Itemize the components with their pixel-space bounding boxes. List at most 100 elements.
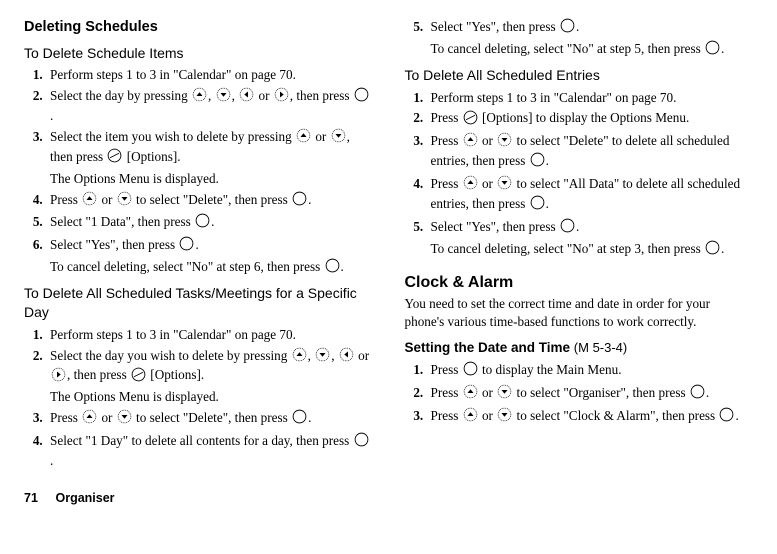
step-text: Press or to select "Delete" to delete al… xyxy=(431,132,754,172)
centre-key-icon xyxy=(354,87,369,107)
down-key-icon xyxy=(497,384,512,404)
step-text: Select the day you wish to delete by pre… xyxy=(50,347,373,387)
down-key-icon xyxy=(497,407,512,427)
centre-key-icon xyxy=(179,236,194,256)
step-item: Press or to select "Organiser", then pre… xyxy=(427,384,754,404)
page-footer: 71 Organiser xyxy=(24,490,753,507)
step-text: Select "Yes", then press . xyxy=(50,236,373,256)
page-columns: Deleting Schedules To Delete Schedule It… xyxy=(24,18,753,476)
heading-clock-alarm: Clock & Alarm xyxy=(405,272,754,294)
centre-key-icon xyxy=(354,432,369,452)
step-subtext: To cancel deleting, select "No" at step … xyxy=(431,40,754,60)
down-key-icon xyxy=(497,132,512,152)
steps-delete-items: Perform steps 1 to 3 in "Calendar" on pa… xyxy=(24,66,373,278)
page-number: 71 xyxy=(24,490,52,507)
step-item: Perform steps 1 to 3 in "Calendar" on pa… xyxy=(46,326,373,344)
step-text: Press or to select "All Data" to delete … xyxy=(431,175,754,215)
step-subtext: The Options Menu is displayed. xyxy=(50,170,373,188)
centre-key-icon xyxy=(560,18,575,38)
step-text: Press or to select "Delete", then press … xyxy=(50,409,373,429)
step-text: Press or to select "Delete", then press … xyxy=(50,191,373,211)
step-item: Press or to select "Delete", then press … xyxy=(46,409,373,429)
centre-key-icon xyxy=(705,40,720,60)
softkey-icon xyxy=(107,148,122,168)
step-item: Select the item you wish to delete by pr… xyxy=(46,128,373,188)
centre-key-icon xyxy=(325,258,340,278)
step-item: Select "1 Day" to delete all contents fo… xyxy=(46,432,373,470)
step-item: Perform steps 1 to 3 in "Calendar" on pa… xyxy=(46,66,373,84)
subheading-delete-all-entries: To Delete All Scheduled Entries xyxy=(405,66,754,85)
up-key-icon xyxy=(463,384,478,404)
left-column: Deleting Schedules To Delete Schedule It… xyxy=(24,18,373,476)
up-key-icon xyxy=(292,347,307,367)
step-item: Perform steps 1 to 3 in "Calendar" on pa… xyxy=(427,89,754,107)
down-key-icon xyxy=(117,191,132,211)
down-key-icon xyxy=(315,347,330,367)
softkey-icon xyxy=(131,367,146,387)
step-item: Press or to select "All Data" to delete … xyxy=(427,175,754,215)
up-key-icon xyxy=(463,132,478,152)
step-item: Select "Yes", then press .To cancel dele… xyxy=(427,218,754,260)
step-text: Perform steps 1 to 3 in "Calendar" on pa… xyxy=(50,66,373,84)
steps-setting-date-time: Press to display the Main Menu. Press or … xyxy=(405,361,754,427)
step-subtext: To cancel deleting, select "No" at step … xyxy=(431,240,754,260)
menu-code: (M 5-3-4) xyxy=(574,340,627,355)
steps-delete-specific-day-cont: Select "Yes", then press .To cancel dele… xyxy=(405,18,754,60)
subheading-delete-specific-day: To Delete All Scheduled Tasks/Meetings f… xyxy=(24,284,373,322)
step-text: Select the day by pressing , , or , then… xyxy=(50,87,373,125)
right-key-icon xyxy=(274,87,289,107)
steps-delete-specific-day: Perform steps 1 to 3 in "Calendar" on pa… xyxy=(24,326,373,470)
step-text: Press [Options] to display the Options M… xyxy=(431,109,754,129)
steps-delete-all-entries: Perform steps 1 to 3 in "Calendar" on pa… xyxy=(405,89,754,260)
up-key-icon xyxy=(192,87,207,107)
step-item: Select "Yes", then press .To cancel dele… xyxy=(427,18,754,60)
down-key-icon xyxy=(497,175,512,195)
step-item: Select "Yes", then press .To cancel dele… xyxy=(46,236,373,278)
step-text: Select "1 Data", then press . xyxy=(50,213,373,233)
up-key-icon xyxy=(463,407,478,427)
centre-key-icon xyxy=(705,240,720,260)
left-key-icon xyxy=(339,347,354,367)
down-key-icon xyxy=(216,87,231,107)
step-text: Select "Yes", then press . xyxy=(431,18,754,38)
right-key-icon xyxy=(51,367,66,387)
step-item: Select the day you wish to delete by pre… xyxy=(46,347,373,407)
step-text: Press to display the Main Menu. xyxy=(431,361,754,381)
step-item: Select "1 Data", then press . xyxy=(46,213,373,233)
subheading-delete-items: To Delete Schedule Items xyxy=(24,44,373,63)
right-column: Select "Yes", then press .To cancel dele… xyxy=(405,18,754,476)
step-text: Perform steps 1 to 3 in "Calendar" on pa… xyxy=(50,326,373,344)
centre-key-icon xyxy=(292,409,307,429)
step-text: Perform steps 1 to 3 in "Calendar" on pa… xyxy=(431,89,754,107)
step-item: Press or to select "Delete" to delete al… xyxy=(427,132,754,172)
step-text: Press or to select "Clock & Alarm", then… xyxy=(431,407,754,427)
step-item: Press to display the Main Menu. xyxy=(427,361,754,381)
centre-key-icon xyxy=(530,152,545,172)
down-key-icon xyxy=(117,409,132,429)
centre-key-icon xyxy=(560,218,575,238)
clock-alarm-intro: You need to set the correct time and dat… xyxy=(405,295,754,331)
heading-setting-date-time: Setting the Date and Time (M 5-3-4) xyxy=(405,339,754,357)
down-key-icon xyxy=(331,128,346,148)
step-text: Select the item you wish to delete by pr… xyxy=(50,128,373,168)
step-item: Select the day by pressing , , or , then… xyxy=(46,87,373,125)
heading-deleting-schedules: Deleting Schedules xyxy=(24,18,373,38)
step-text: Select "Yes", then press . xyxy=(431,218,754,238)
step-text: Select "1 Day" to delete all contents fo… xyxy=(50,432,373,470)
centre-key-icon xyxy=(463,361,478,381)
step-item: Press or to select "Delete", then press … xyxy=(46,191,373,211)
centre-key-icon xyxy=(530,195,545,215)
centre-key-icon xyxy=(292,191,307,211)
step-subtext: To cancel deleting, select "No" at step … xyxy=(50,258,373,278)
softkey-icon xyxy=(463,110,478,130)
up-key-icon xyxy=(463,175,478,195)
centre-key-icon xyxy=(690,384,705,404)
step-text: Press or to select "Organiser", then pre… xyxy=(431,384,754,404)
up-key-icon xyxy=(82,409,97,429)
centre-key-icon xyxy=(195,213,210,233)
up-key-icon xyxy=(82,191,97,211)
step-subtext: The Options Menu is displayed. xyxy=(50,388,373,406)
setting-date-time-label: Setting the Date and Time xyxy=(405,340,571,355)
step-item: Press [Options] to display the Options M… xyxy=(427,109,754,129)
centre-key-icon xyxy=(719,407,734,427)
